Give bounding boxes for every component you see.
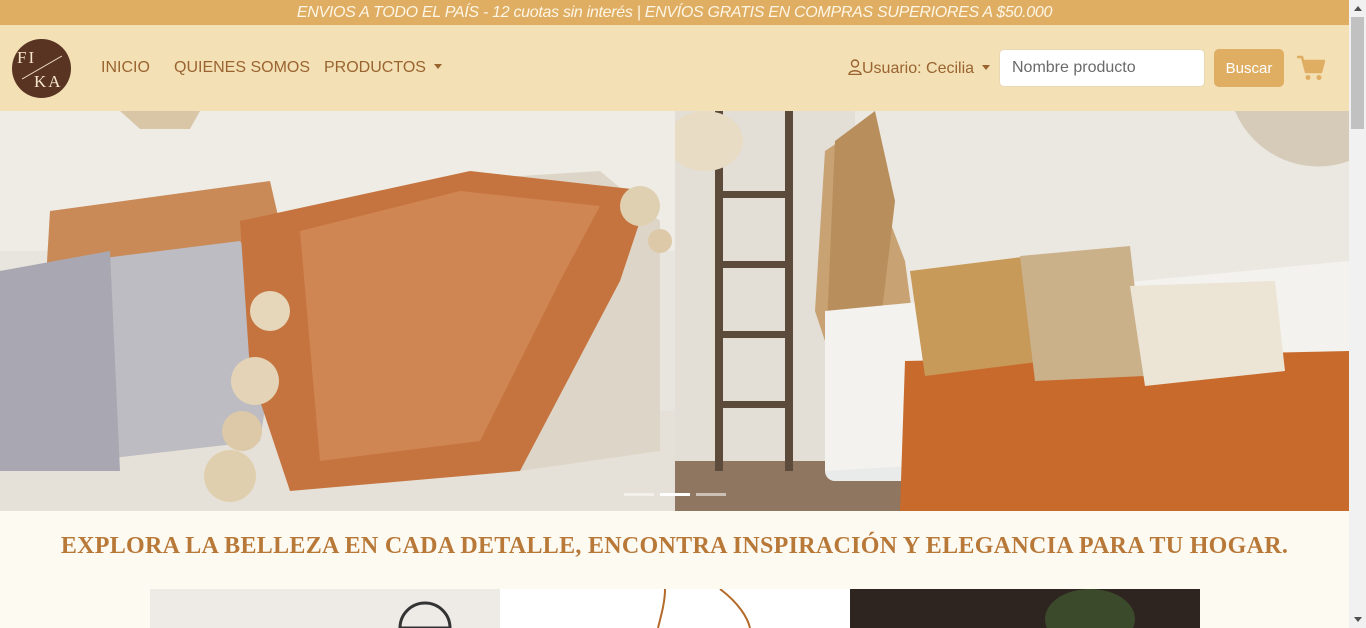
nav-link-quienes-somos[interactable]: QUIENES SOMOS xyxy=(174,59,310,77)
page: ENVIOS A TODO EL PAÍS - 12 cuotas sin in… xyxy=(0,0,1349,628)
scroll-down-arrow-icon[interactable] xyxy=(1349,611,1366,628)
category-cards xyxy=(150,589,1200,628)
nav-link-inicio[interactable]: INICIO xyxy=(101,59,150,77)
scroll-up-arrow-icon[interactable] xyxy=(1349,0,1366,17)
search-input[interactable] xyxy=(999,49,1205,87)
navbar: FI KA INICIO QUIENES SOMOS PRODUCTOS Usu… xyxy=(0,25,1349,111)
category-card-mirror[interactable] xyxy=(150,589,500,628)
carousel-indicator-2[interactable] xyxy=(660,493,690,496)
search-button[interactable]: Buscar xyxy=(1214,49,1284,87)
caret-down-icon xyxy=(433,64,442,70)
category-card-illustration[interactable] xyxy=(500,589,850,628)
user-menu-dropdown[interactable]: Usuario: Cecilia xyxy=(848,59,991,78)
user-icon xyxy=(848,59,862,76)
nav-dropdown-productos[interactable]: PRODUCTOS xyxy=(324,59,442,77)
category-card-plant[interactable] xyxy=(850,589,1200,628)
carousel-indicators xyxy=(624,493,728,497)
carousel-slide-cushions xyxy=(0,111,675,511)
section-tagline: EXPLORA LA BELLEZA EN CADA DETALLE, ENCO… xyxy=(60,533,1289,559)
user-label: Usuario: Cecilia xyxy=(862,60,975,77)
carousel-indicator-3[interactable] xyxy=(696,493,726,496)
scrollbar-thumb[interactable] xyxy=(1351,17,1364,129)
carousel-slide-sofa xyxy=(675,111,1349,511)
logo-text-bottom: KA xyxy=(34,72,63,91)
promo-bar: ENVIOS A TODO EL PAÍS - 12 cuotas sin in… xyxy=(0,0,1349,25)
logo-text-top: FI xyxy=(17,48,37,67)
brand-logo[interactable]: FI KA xyxy=(12,39,71,98)
carousel-indicator-1[interactable] xyxy=(624,493,654,496)
caret-down-icon xyxy=(982,65,991,71)
vertical-scrollbar[interactable] xyxy=(1349,0,1366,628)
nav-dropdown-label: PRODUCTOS xyxy=(324,59,426,76)
shopping-cart-icon[interactable] xyxy=(1297,55,1325,81)
hero-carousel[interactable] xyxy=(0,111,1349,511)
